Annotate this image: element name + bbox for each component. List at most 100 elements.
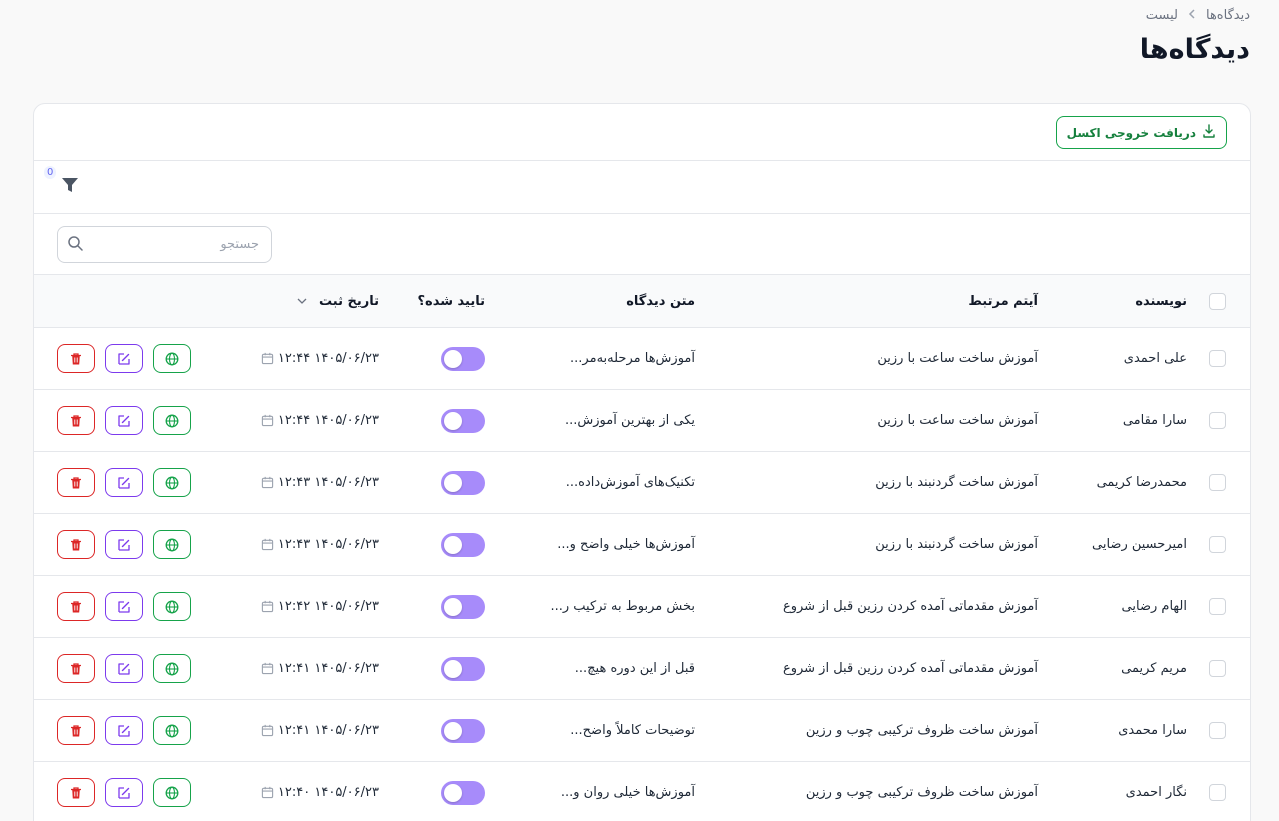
view-button[interactable] xyxy=(153,654,191,683)
table-row: نگار احمدی آموزش ساخت ظروف ترکیبی چوب و … xyxy=(34,762,1250,821)
edit-button[interactable] xyxy=(105,468,143,497)
globe-icon xyxy=(165,476,179,489)
table-row: امیرحسین رضایی آموزش ساخت گردنبند با رزی… xyxy=(34,514,1250,576)
edit-button[interactable] xyxy=(105,778,143,807)
row-author: علی احمدی xyxy=(1123,351,1187,366)
view-button[interactable] xyxy=(153,778,191,807)
filter-button[interactable] xyxy=(57,176,79,198)
view-button[interactable] xyxy=(153,530,191,559)
approved-toggle[interactable] xyxy=(441,718,485,743)
row-date: ۱۴۰۵/۰۶/۲۳ ۱۲:۴۴ xyxy=(277,413,379,428)
calendar-icon xyxy=(261,600,274,613)
row-checkbox[interactable] xyxy=(1209,474,1226,491)
export-excel-button[interactable]: دریافت خروجی اکسل xyxy=(1055,116,1227,149)
column-author[interactable]: نویسنده xyxy=(1135,275,1187,327)
comments-card: دریافت خروجی اکسل 0 نویسنده آیتم مرتبط م… xyxy=(33,103,1251,821)
table-row: مریم کریمی آموزش مقدماتی آمده کردن رزین … xyxy=(34,638,1250,700)
trash-icon xyxy=(71,538,81,550)
view-button[interactable] xyxy=(153,344,191,373)
approved-toggle[interactable] xyxy=(441,780,485,805)
search-input[interactable] xyxy=(89,227,259,262)
approved-toggle[interactable] xyxy=(441,346,485,371)
row-date: ۱۴۰۵/۰۶/۲۳ ۱۲:۴۳ xyxy=(277,537,379,552)
row-text: بخش مربوط به ترکیب ر... xyxy=(550,599,695,614)
delete-button[interactable] xyxy=(57,592,95,621)
row-text: قبل از این دوره هیچ... xyxy=(574,661,695,676)
row-checkbox[interactable] xyxy=(1209,660,1226,677)
view-button[interactable] xyxy=(153,468,191,497)
globe-icon xyxy=(165,538,179,551)
row-item[interactable]: آموزش ساخت گردنبند با رزین xyxy=(875,514,1038,575)
row-date: ۱۴۰۵/۰۶/۲۳ ۱۲:۴۱ xyxy=(277,723,379,738)
column-date[interactable]: تاریخ ثبت xyxy=(297,275,379,327)
calendar-icon xyxy=(261,724,274,737)
row-author: سارا مقامی xyxy=(1122,413,1187,428)
delete-button[interactable] xyxy=(57,344,95,373)
approved-toggle[interactable] xyxy=(441,656,485,681)
row-text: توضیحات کاملاً واضح... xyxy=(570,723,695,738)
calendar-icon xyxy=(261,538,274,551)
column-text[interactable]: متن دیدگاه xyxy=(626,275,695,327)
calendar-icon xyxy=(261,352,274,365)
edit-button[interactable] xyxy=(105,344,143,373)
export-excel-label: دریافت خروجی اکسل xyxy=(1066,125,1196,140)
delete-button[interactable] xyxy=(57,468,95,497)
breadcrumb-parent[interactable]: دیدگاه‌ها xyxy=(1206,8,1250,23)
edit-button[interactable] xyxy=(105,592,143,621)
toggle-knob xyxy=(444,783,462,802)
row-checkbox[interactable] xyxy=(1209,412,1226,429)
delete-button[interactable] xyxy=(57,406,95,435)
edit-icon xyxy=(118,662,130,675)
toggle-knob xyxy=(444,535,462,554)
edit-button[interactable] xyxy=(105,654,143,683)
row-text: آموزش‌ها خیلی واضح و... xyxy=(557,537,695,552)
column-item[interactable]: آیتم مرتبط xyxy=(968,275,1038,327)
row-author: نگار احمدی xyxy=(1125,785,1187,800)
delete-button[interactable] xyxy=(57,778,95,807)
row-item[interactable]: آموزش ساخت گردنبند با رزین xyxy=(875,452,1038,513)
row-author: سارا محمدی xyxy=(1118,723,1187,738)
approved-toggle[interactable] xyxy=(441,594,485,619)
globe-icon xyxy=(165,414,179,427)
table-row: علی احمدی آموزش ساخت ساعت با رزین آموزش‌… xyxy=(34,328,1250,390)
edit-button[interactable] xyxy=(105,716,143,745)
calendar-icon xyxy=(261,786,274,799)
toggle-knob xyxy=(444,597,462,616)
row-item[interactable]: آموزش ساخت ساعت با رزین xyxy=(877,328,1038,389)
row-checkbox[interactable] xyxy=(1209,536,1226,553)
toggle-knob xyxy=(444,411,462,430)
filter-count-badge: 0 xyxy=(44,166,57,179)
view-button[interactable] xyxy=(153,716,191,745)
search-row xyxy=(34,214,1250,275)
row-item[interactable]: آموزش ساخت ظروف ترکیبی چوب و رزین xyxy=(806,762,1038,821)
row-checkbox[interactable] xyxy=(1209,350,1226,367)
row-item[interactable]: آموزش ساخت ظروف ترکیبی چوب و رزین xyxy=(806,700,1038,761)
column-approved[interactable]: تایید شده؟ xyxy=(418,275,486,327)
row-checkbox[interactable] xyxy=(1209,784,1226,801)
approved-toggle[interactable] xyxy=(441,532,485,557)
row-item[interactable]: آموزش مقدماتی آمده کردن رزین قبل از شروع xyxy=(783,638,1038,699)
globe-icon xyxy=(165,724,179,737)
delete-button[interactable] xyxy=(57,654,95,683)
chevron-left-icon xyxy=(1188,8,1196,23)
view-button[interactable] xyxy=(153,592,191,621)
row-author: امیرحسین رضایی xyxy=(1092,537,1187,552)
approved-toggle[interactable] xyxy=(441,408,485,433)
delete-button[interactable] xyxy=(57,716,95,745)
trash-icon xyxy=(71,786,81,798)
table-row: الهام رضایی آموزش مقدماتی آمده کردن رزین… xyxy=(34,576,1250,638)
approved-toggle[interactable] xyxy=(441,470,485,495)
toggle-knob xyxy=(444,349,462,368)
search-icon xyxy=(67,235,83,255)
row-item[interactable]: آموزش ساخت ساعت با رزین xyxy=(877,390,1038,451)
row-item[interactable]: آموزش مقدماتی آمده کردن رزین قبل از شروع xyxy=(783,576,1038,637)
search-box xyxy=(57,226,272,263)
view-button[interactable] xyxy=(153,406,191,435)
trash-icon xyxy=(71,476,81,488)
select-all-checkbox[interactable] xyxy=(1209,292,1226,310)
delete-button[interactable] xyxy=(57,530,95,559)
row-checkbox[interactable] xyxy=(1209,722,1226,739)
edit-button[interactable] xyxy=(105,406,143,435)
edit-button[interactable] xyxy=(105,530,143,559)
row-checkbox[interactable] xyxy=(1209,598,1226,615)
